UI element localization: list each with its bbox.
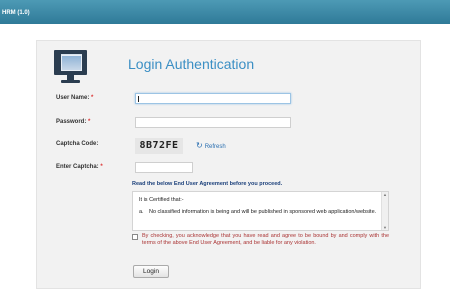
captcha-image: 8B72FE xyxy=(135,138,183,154)
required-marker: * xyxy=(100,164,103,170)
refresh-captcha-link[interactable]: ↻ Refresh xyxy=(196,141,226,150)
required-marker: * xyxy=(88,119,91,125)
username-input[interactable] xyxy=(135,93,291,104)
agreement-intro: It is Certified that:- xyxy=(139,197,184,203)
title-bar: HRM (1.0) xyxy=(0,0,450,24)
agreement-textarea[interactable]: It is Certified that:- a. No classified … xyxy=(132,191,389,231)
agreement-scrollbar[interactable]: ▲ ▼ xyxy=(381,192,388,230)
required-marker: * xyxy=(91,95,94,101)
refresh-icon: ↻ xyxy=(196,141,203,150)
login-button[interactable]: Login xyxy=(133,265,169,278)
app-title: HRM (1.0) xyxy=(2,10,30,16)
page-title: Login Authentication xyxy=(128,56,255,72)
scroll-up-icon[interactable]: ▲ xyxy=(383,192,387,197)
login-panel: Login Authentication User Name: * Passwo… xyxy=(36,40,421,289)
username-label: User Name: * xyxy=(56,95,94,101)
agreement-heading: Read the below End User Agreement before… xyxy=(132,181,283,187)
text-caret xyxy=(138,96,139,102)
captcha-input[interactable] xyxy=(135,162,193,173)
agree-checkbox[interactable] xyxy=(132,234,138,240)
monitor-icon xyxy=(54,50,87,86)
enter-captcha-label: Enter Captcha: * xyxy=(56,164,103,170)
captcha-code-label: Captcha Code: xyxy=(56,141,99,147)
password-label: Password: * xyxy=(56,119,91,125)
scroll-down-icon[interactable]: ▼ xyxy=(383,225,387,230)
agree-checkbox-label: By checking, you acknowledge that you ha… xyxy=(142,233,389,246)
password-input[interactable] xyxy=(135,117,291,128)
agreement-item-text: No classified information is being and w… xyxy=(149,209,377,215)
agreement-item: a. No classified information is being an… xyxy=(139,209,379,216)
agreement-item-marker: a. xyxy=(139,209,144,215)
